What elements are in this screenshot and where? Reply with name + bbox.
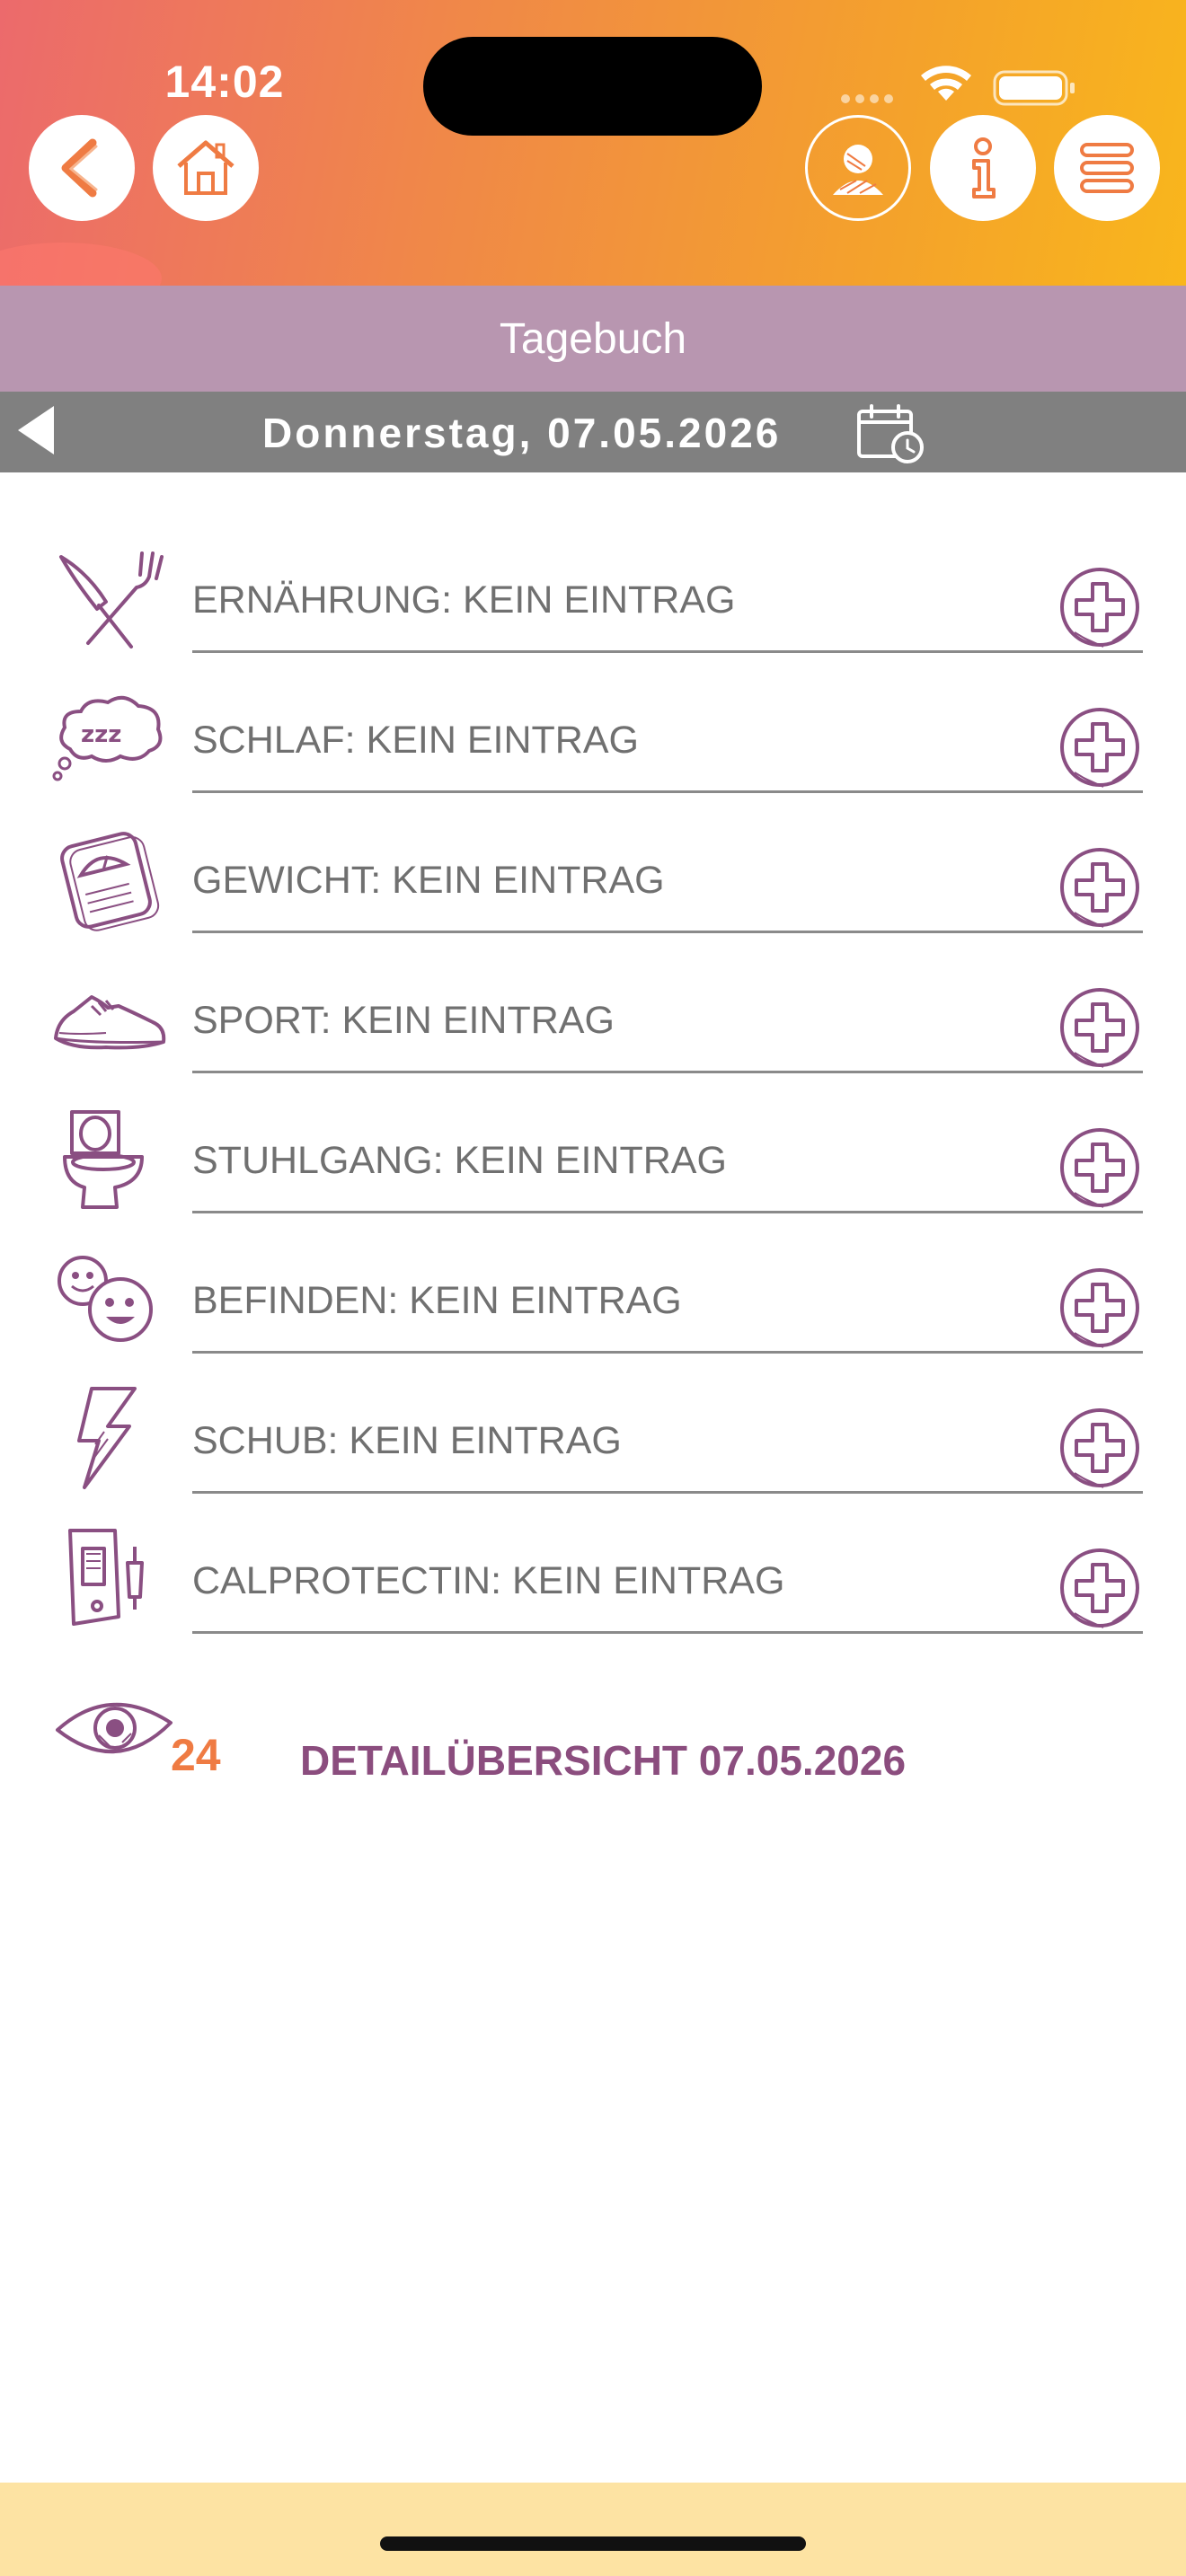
footer-bar xyxy=(0,2483,1186,2576)
add-sport-button[interactable] xyxy=(1057,984,1143,1071)
entry-row-gewicht[interactable]: GEWICHT: KEIN EINTRAG xyxy=(0,792,1186,933)
sleep-cloud-icon: zzz xyxy=(52,695,163,781)
add-schlaf-button[interactable] xyxy=(1057,704,1143,790)
entry-label: STUHLGANG: KEIN EINTRAG xyxy=(192,1139,727,1182)
entry-label: BEFINDEN: KEIN EINTRAG xyxy=(192,1279,682,1322)
home-button[interactable] xyxy=(153,115,259,221)
lightning-icon xyxy=(77,1387,137,1489)
page-title-bar: Tagebuch xyxy=(0,286,1186,392)
calendar-clock-icon[interactable] xyxy=(855,402,927,465)
detail-count: 24 xyxy=(171,1730,221,1780)
test-kit-icon xyxy=(68,1529,144,1626)
header-wave-decoration xyxy=(0,243,162,286)
add-befinden-button[interactable] xyxy=(1057,1265,1143,1351)
back-button[interactable] xyxy=(29,115,135,221)
entry-row-stuhlgang[interactable]: STUHLGANG: KEIN EINTRAG xyxy=(0,1072,1186,1213)
previous-day-button[interactable] xyxy=(18,406,54,454)
info-button[interactable] xyxy=(930,115,1036,221)
entry-label: SCHUB: KEIN EINTRAG xyxy=(192,1419,622,1462)
entry-label: SPORT: KEIN EINTRAG xyxy=(192,999,615,1042)
row-divider xyxy=(192,1631,1143,1634)
add-gewicht-button[interactable] xyxy=(1057,844,1143,931)
entry-row-ernaehrung[interactable]: ERNÄHRUNG: KEIN EINTRAG xyxy=(0,512,1186,653)
smileys-icon xyxy=(58,1256,153,1342)
page-title: Tagebuch xyxy=(499,314,687,363)
chevron-left-icon xyxy=(61,138,98,198)
entry-row-schub[interactable]: SCHUB: KEIN EINTRAG xyxy=(0,1353,1186,1494)
entry-row-sport[interactable]: SPORT: KEIN EINTRAG xyxy=(0,932,1186,1073)
entry-label: CALPROTECTIN: KEIN EINTRAG xyxy=(192,1559,785,1602)
entry-label: ERNÄHRUNG: KEIN EINTRAG xyxy=(192,578,736,622)
add-schub-button[interactable] xyxy=(1057,1405,1143,1491)
entry-row-schlaf[interactable]: zzz SCHLAF: KEIN EINTRAG xyxy=(0,652,1186,793)
scale-icon xyxy=(60,832,160,931)
entry-label: SCHLAF: KEIN EINTRAG xyxy=(192,719,639,762)
eye-icon[interactable] xyxy=(54,1690,180,1771)
house-icon xyxy=(177,140,235,195)
info-icon xyxy=(972,137,996,198)
add-ernaehrung-button[interactable] xyxy=(1057,564,1143,650)
fork-knife-icon xyxy=(59,551,164,648)
cellular-signal-icon xyxy=(841,94,893,103)
dynamic-island xyxy=(423,37,762,136)
add-stuhlgang-button[interactable] xyxy=(1057,1125,1143,1211)
profile-button[interactable] xyxy=(805,115,911,221)
home-indicator[interactable] xyxy=(380,2536,806,2551)
wifi-icon xyxy=(921,66,971,101)
toilet-icon xyxy=(63,1110,144,1209)
entry-label: GEWICHT: KEIN EINTRAG xyxy=(192,859,665,902)
entry-row-befinden[interactable]: BEFINDEN: KEIN EINTRAG xyxy=(0,1213,1186,1354)
status-icons xyxy=(841,66,1075,106)
hamburger-menu-icon xyxy=(1080,143,1134,193)
date-label: Donnerstag, 07.05.2026 xyxy=(262,410,782,456)
svg-text:zzz: zzz xyxy=(81,721,121,748)
status-time: 14:02 xyxy=(164,57,285,107)
add-calprotectin-button[interactable] xyxy=(1057,1545,1143,1631)
battery-icon xyxy=(993,70,1075,106)
detail-overview-link[interactable]: DETAILÜBERSICHT 07.05.2026 xyxy=(300,1736,906,1785)
menu-button[interactable] xyxy=(1054,115,1160,221)
entry-row-calprotectin[interactable]: CALPROTECTIN: KEIN EINTRAG xyxy=(0,1493,1186,1634)
sneaker-icon xyxy=(54,995,166,1050)
user-icon xyxy=(833,145,883,195)
